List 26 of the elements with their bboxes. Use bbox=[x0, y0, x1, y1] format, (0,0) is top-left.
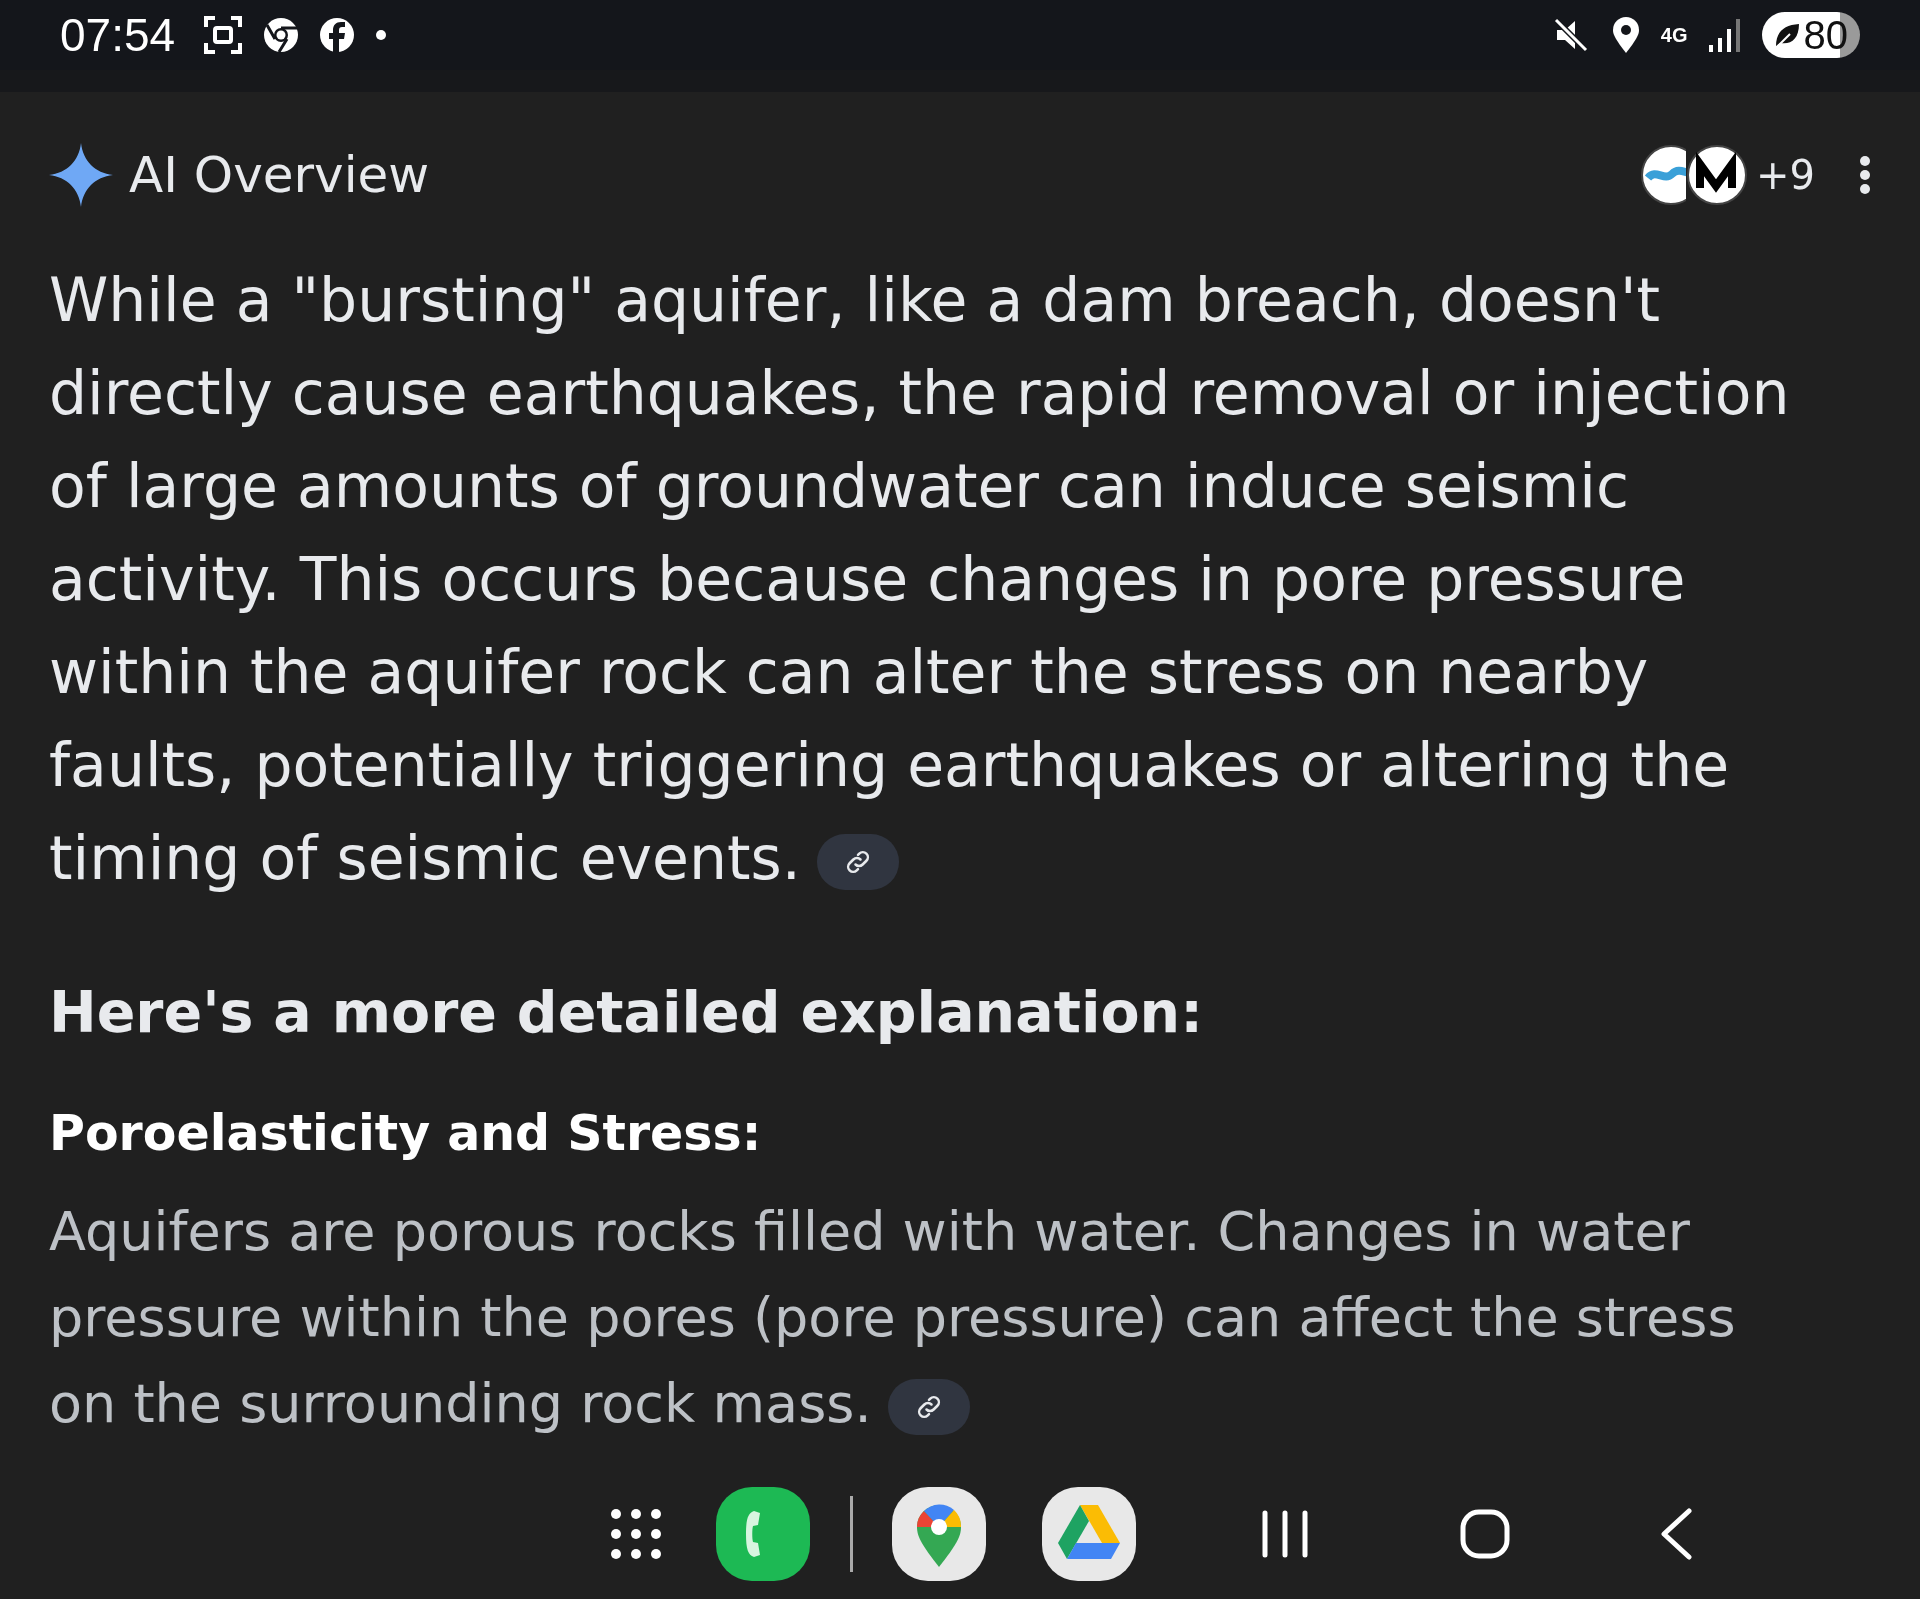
home-icon[interactable] bbox=[1460, 1509, 1510, 1559]
more-options-icon[interactable] bbox=[1859, 155, 1871, 195]
more-sources-count[interactable]: +9 bbox=[1756, 152, 1815, 198]
source-logo-icon[interactable] bbox=[1686, 144, 1749, 206]
browser-icon bbox=[263, 17, 300, 53]
sparkle-icon bbox=[49, 143, 113, 207]
section-heading: Here's a more detailed explanation: bbox=[49, 978, 1204, 1047]
screenshot-icon bbox=[203, 15, 244, 55]
signal-icon bbox=[1707, 17, 1742, 53]
subsection-title: Poroelasticity and Stress: bbox=[49, 1104, 763, 1164]
app-drawer-icon[interactable] bbox=[610, 1508, 662, 1560]
overview-paragraph: While a "bursting" aquifer, like a dam breach, doesn't directly cause earthquakes, the rapid removal or injection of large amounts of groundwater can induce seismic activity. This occurs because changes in pore pressure within the aquifer rock can alter the stress on nearby faults, potentially triggering earthquakes or altering the timing of seismic events. bbox=[49, 264, 1791, 895]
notification-dot-icon bbox=[375, 29, 388, 41]
location-icon bbox=[1610, 16, 1641, 54]
social-app-icon bbox=[319, 17, 356, 53]
subsection-paragraph: Aquifers are porous rocks filled with water. Changes in water pressure within the pores (pore pressure) can affect the stress on the surrounding rock mass. bbox=[49, 1199, 1737, 1438]
overview-title: AI Overview bbox=[129, 146, 430, 204]
maps-app-icon[interactable] bbox=[892, 1487, 986, 1581]
back-icon[interactable] bbox=[1660, 1508, 1692, 1560]
recent-apps-icon[interactable] bbox=[1260, 1509, 1310, 1559]
source-logo-icon[interactable] bbox=[1640, 144, 1687, 206]
phone-app-icon[interactable] bbox=[716, 1487, 810, 1581]
clock-time: 07:54 bbox=[60, 8, 176, 62]
network-type: 4G bbox=[1660, 25, 1688, 45]
drive-app-icon[interactable] bbox=[1042, 1487, 1136, 1581]
battery-indicator: 80 bbox=[1761, 12, 1860, 58]
